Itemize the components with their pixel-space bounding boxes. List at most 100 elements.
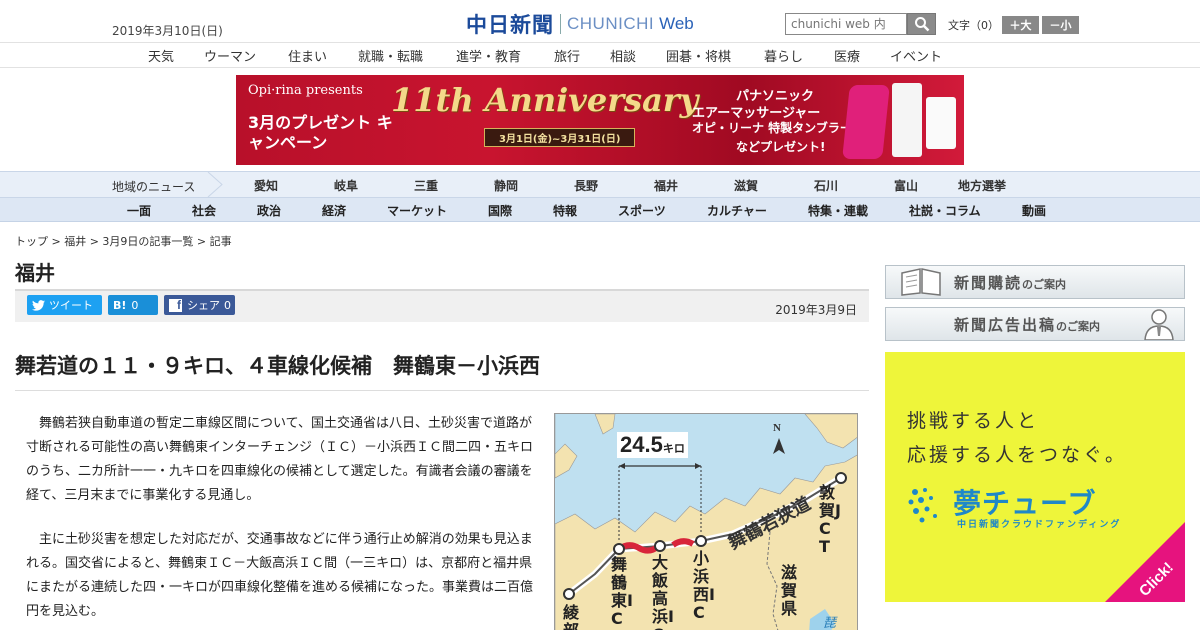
category-market[interactable]: マーケット xyxy=(387,202,447,219)
category-special-report[interactable]: 特報 xyxy=(553,202,577,219)
life-nav-living[interactable]: 暮らし xyxy=(764,46,803,65)
map-distance-unit: キロ xyxy=(662,443,685,455)
font-smaller-button[interactable]: －小 xyxy=(1042,16,1079,34)
subscribe-info-button[interactable]: 新聞購読のご案内 xyxy=(885,265,1185,299)
life-nav-education[interactable]: 進学・教育 xyxy=(456,46,521,65)
category-front-page[interactable]: 一面 xyxy=(127,202,151,219)
category-video[interactable]: 動画 xyxy=(1022,202,1046,219)
region-ishikawa[interactable]: 石川 xyxy=(814,177,838,194)
map-label-ayabe: 綾部 xyxy=(563,603,580,630)
facebook-icon: f xyxy=(169,298,182,312)
region-local-elections[interactable]: 地方選挙 xyxy=(958,177,1006,194)
article-paragraph: 主に土砂災害を想定した対応だが、交通事故などに伴う通行止め解消の効果も見込まれる… xyxy=(26,532,534,619)
subscribe-label: 新聞購読のご案内 xyxy=(954,272,1066,293)
map-label-obama-west: 小浜西IC xyxy=(693,549,715,622)
category-economy[interactable]: 経済 xyxy=(322,202,346,219)
map-north-label: N xyxy=(773,422,781,434)
search-input[interactable] xyxy=(785,13,907,35)
region-nagano[interactable]: 長野 xyxy=(574,177,598,194)
ad-subtitle: 中日新聞クラウドファンディング xyxy=(957,520,1122,530)
map-label-tsuruga-jct: 敦賀JCT xyxy=(819,483,841,556)
campaign-banner[interactable]: Opi·rina presents 3月のプレゼント キャンペーン 11th A… xyxy=(236,75,964,165)
category-features[interactable]: 特集・連載 xyxy=(808,202,868,219)
map-label-ohi-takahama: 大飯高浜IC xyxy=(652,553,674,630)
advertise-info-button[interactable]: 新聞広告出稿のご案内 xyxy=(885,307,1185,341)
tweet-button[interactable]: ツイート xyxy=(27,295,102,315)
ad-logo-icon xyxy=(908,488,937,523)
page-title: 福井 xyxy=(15,261,55,285)
banner-product-3: オピ・リーナ 特製タンブラー xyxy=(692,121,852,135)
current-date: 2019年3月10日(日) xyxy=(112,24,223,38)
article-map[interactable]: 24.5キロ N 舞鶴若狭道 敦賀JCT 舞鶴東IC 大飯高浜IC 小浜西IC … xyxy=(554,413,858,630)
life-nav-travel[interactable]: 旅行 xyxy=(554,46,580,65)
region-shizuoka[interactable]: 静岡 xyxy=(494,177,518,194)
logo-kanji: 中日新聞 xyxy=(466,13,554,37)
region-toyama[interactable]: 富山 xyxy=(894,177,918,194)
facebook-count: 0 xyxy=(224,298,231,312)
search-icon xyxy=(914,17,929,32)
banner-product-4: などプレゼント! xyxy=(736,140,826,154)
region-nav-title: 地域のニュース xyxy=(112,180,196,194)
article-paragraph: 舞鶴若狭自動車道の暫定二車線区間について、国土交通省は八日、土砂災害で道路が寸断… xyxy=(26,416,534,503)
life-nav-events[interactable]: イベント xyxy=(890,46,942,65)
logo-roman: CHUNICHI xyxy=(567,14,655,33)
subscribe-main: 新聞購読 xyxy=(954,274,1023,292)
region-aichi[interactable]: 愛知 xyxy=(254,177,278,194)
facebook-share-button[interactable]: f シェア 0 xyxy=(164,295,235,315)
banner-campaign: 3月のプレゼント キャンペーン xyxy=(248,113,393,152)
life-nav-go-shogi[interactable]: 囲碁・将棋 xyxy=(666,46,731,65)
subscribe-sub: のご案内 xyxy=(1022,278,1067,291)
hatena-icon: B! xyxy=(113,298,127,312)
banner-period: 3月1日(金)~3月31日(日) xyxy=(484,128,636,147)
product-tumbler-image xyxy=(892,83,922,157)
product-cushion-image xyxy=(842,85,890,159)
life-nav-weather[interactable]: 天気 xyxy=(148,46,174,65)
category-society[interactable]: 社会 xyxy=(192,202,216,219)
hatena-bookmark-button[interactable]: B! 0 xyxy=(108,295,158,315)
advertise-sub: のご案内 xyxy=(1056,320,1101,333)
category-international[interactable]: 国際 xyxy=(488,202,512,219)
life-nav-woman[interactable]: ウーマン xyxy=(204,46,256,65)
font-size-label: 文字（0） xyxy=(948,19,999,32)
life-nav-jobs[interactable]: 就職・転職 xyxy=(358,46,423,65)
category-nav: 一面 社会 政治 経済 マーケット 国際 特報 スポーツ カルチャー 特集・連載… xyxy=(0,198,1200,222)
advertise-label: 新聞広告出稿のご案内 xyxy=(954,314,1100,335)
font-larger-button[interactable]: ＋大 xyxy=(1002,16,1039,34)
life-nav: 天気 ウーマン 住まい 就職・転職 進学・教育 旅行 相談 囲碁・将棋 暮らし … xyxy=(0,42,1200,68)
breadcrumb[interactable]: トップ > 福井 > 3月9日の記事一覧 > 記事 xyxy=(15,233,232,249)
product-cup-image xyxy=(926,97,956,149)
search-button[interactable] xyxy=(907,13,936,35)
ad-line-1: 挑戦する人と xyxy=(907,410,1040,432)
life-nav-housing[interactable]: 住まい xyxy=(288,46,327,65)
ad-line-2: 応援する人をつなぐ。 xyxy=(907,444,1128,466)
category-sports[interactable]: スポーツ xyxy=(618,202,666,219)
twitter-icon xyxy=(32,299,45,311)
advertise-main: 新聞広告出稿 xyxy=(954,316,1057,334)
region-gifu[interactable]: 岐阜 xyxy=(334,177,358,194)
yume-tube-ad[interactable]: 挑戦する人と 応援する人をつなぐ。 夢チューブ 中日新聞クラウドファンディング … xyxy=(885,352,1185,602)
map-label-shiga: 滋賀県 xyxy=(781,563,798,618)
region-mie[interactable]: 三重 xyxy=(414,177,438,194)
category-editorial[interactable]: 社説・コラム xyxy=(909,202,981,219)
facebook-label: シェア xyxy=(187,299,220,312)
region-nav: 地域のニュース 愛知 岐阜 三重 静岡 長野 福井 滋賀 石川 富山 地方選挙 xyxy=(0,171,1200,198)
life-nav-medical[interactable]: 医療 xyxy=(834,46,860,65)
category-politics[interactable]: 政治 xyxy=(257,202,281,219)
site-logo[interactable]: 中日新聞 CHUNICHI Web xyxy=(466,9,694,39)
logo-divider xyxy=(560,14,561,34)
ad-brand: 夢チューブ xyxy=(953,487,1097,520)
chevron-right-icon xyxy=(207,172,223,197)
site-header: 2019年3月10日(日) 中日新聞 CHUNICHI Web 文字（0） ＋大… xyxy=(0,0,1200,42)
book-icon xyxy=(901,268,941,296)
life-nav-consult[interactable]: 相談 xyxy=(610,46,636,65)
headline-divider xyxy=(15,390,869,391)
banner-title: 11th Anniversary xyxy=(391,81,699,119)
publish-date: 2019年3月9日 xyxy=(775,303,857,317)
article-headline: 舞若道の１１・９キロ、４車線化候補 舞鶴東－小浜西 xyxy=(15,354,540,378)
region-shiga[interactable]: 滋賀 xyxy=(734,177,758,194)
region-fukui[interactable]: 福井 xyxy=(654,177,678,194)
businessman-icon xyxy=(1144,309,1174,340)
banner-brand: Opi·rina presents xyxy=(248,83,363,98)
share-bar: ツイート B! 0 f シェア 0 2019年3月9日 xyxy=(15,289,869,322)
category-culture[interactable]: カルチャー xyxy=(707,202,767,219)
